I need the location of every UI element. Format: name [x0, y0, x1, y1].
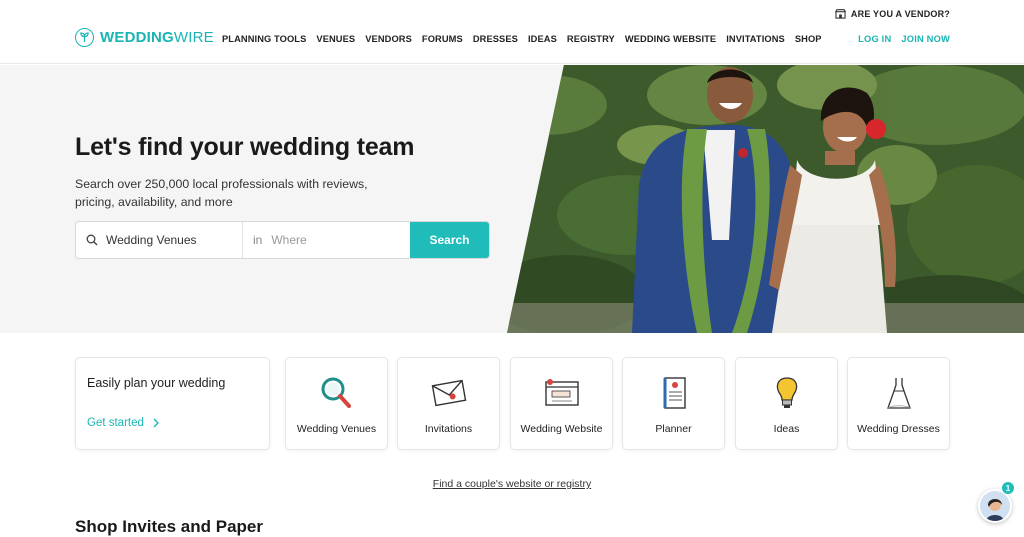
category-label: Invitations — [424, 423, 473, 435]
location-prefix: in — [253, 233, 263, 247]
location-placeholder: Where — [271, 233, 307, 247]
category-label: Wedding Venues — [296, 423, 377, 435]
search-button[interactable]: Search — [410, 222, 489, 258]
plan-wedding-card[interactable]: Easily plan your wedding Get started — [75, 357, 270, 450]
nav-dresses[interactable]: DRESSES — [473, 34, 518, 44]
category-label: Wedding Website — [520, 423, 603, 435]
nav-invitations[interactable]: INVITATIONS — [726, 34, 785, 44]
get-started-label: Get started — [87, 417, 144, 429]
nav-registry[interactable]: REGISTRY — [567, 34, 615, 44]
hero-title: Let's find your wedding team — [75, 133, 415, 161]
logo-mark-icon — [75, 28, 94, 47]
category-label: Wedding Dresses — [857, 423, 940, 435]
vendor-link-label: ARE YOU A VENDOR? — [850, 9, 950, 19]
storefront-icon — [834, 9, 846, 19]
lightbulb-icon — [776, 377, 797, 408]
nav-wedding-website[interactable]: WEDDING WEBSITE — [625, 34, 716, 44]
login-link[interactable]: LOG IN — [858, 34, 891, 44]
main-nav: PLANNING TOOLS VENUES VENDORS FORUMS DRE… — [222, 34, 822, 44]
category-card-ideas[interactable]: Ideas — [735, 357, 838, 450]
logo[interactable]: WEDDINGWIRE — [75, 28, 214, 47]
auth-links: LOG IN JOIN NOW — [858, 34, 950, 44]
site-header: ARE YOU A VENDOR? WEDDINGWIRE PLANNING T… — [0, 0, 1024, 64]
nav-forums[interactable]: FORUMS — [422, 34, 463, 44]
category-label: Ideas — [773, 423, 800, 435]
join-link[interactable]: JOIN NOW — [901, 34, 950, 44]
nav-vendors[interactable]: VENDORS — [365, 34, 412, 44]
search-location-input[interactable]: in Where — [243, 222, 410, 258]
hero-photo-couple — [507, 65, 1024, 333]
category-label: Planner — [655, 423, 692, 435]
logo-text: WEDDINGWIRE — [100, 29, 214, 46]
plan-card-title: Easily plan your wedding — [87, 376, 226, 390]
section-title-shop-invites: Shop Invites and Paper — [75, 517, 263, 536]
get-started-link[interactable]: Get started — [87, 417, 159, 429]
hero-subtitle: Search over 250,000 local professionals … — [75, 177, 368, 209]
chat-notification-badge: 1 — [1001, 481, 1015, 495]
dress-icon — [886, 378, 911, 409]
magnifier-icon — [321, 377, 351, 408]
category-card-wedding-venues[interactable]: Wedding Venues — [285, 357, 388, 450]
assistant-avatar-icon — [980, 491, 1010, 521]
nav-planning-tools[interactable]: PLANNING TOOLS — [222, 34, 306, 44]
category-card-invitations[interactable]: Invitations — [397, 357, 500, 450]
nav-shop[interactable]: SHOP — [795, 34, 822, 44]
nav-ideas[interactable]: IDEAS — [528, 34, 557, 44]
planning-cards: Easily plan your wedding Get started Wed… — [75, 357, 950, 450]
vendor-link[interactable]: ARE YOU A VENDOR? — [834, 9, 950, 19]
nav-venues[interactable]: VENUES — [316, 34, 355, 44]
hero: Let's find your wedding team Search over… — [0, 65, 1024, 333]
search-icon — [86, 234, 98, 246]
search-category-value: Wedding Venues — [106, 233, 197, 247]
browser-window-icon — [544, 379, 579, 406]
category-card-planner[interactable]: Planner — [622, 357, 725, 450]
find-couple-website-link[interactable]: Find a couple's website or registry — [0, 478, 1024, 490]
notebook-icon — [663, 377, 686, 409]
search-category-input[interactable]: Wedding Venues — [76, 222, 243, 258]
chevron-right-icon — [153, 418, 159, 428]
envelope-icon — [431, 379, 466, 407]
category-card-wedding-website[interactable]: Wedding Website — [510, 357, 613, 450]
vendor-search: Wedding Venues in Where Search — [75, 221, 490, 259]
category-card-wedding-dresses[interactable]: Wedding Dresses — [847, 357, 950, 450]
